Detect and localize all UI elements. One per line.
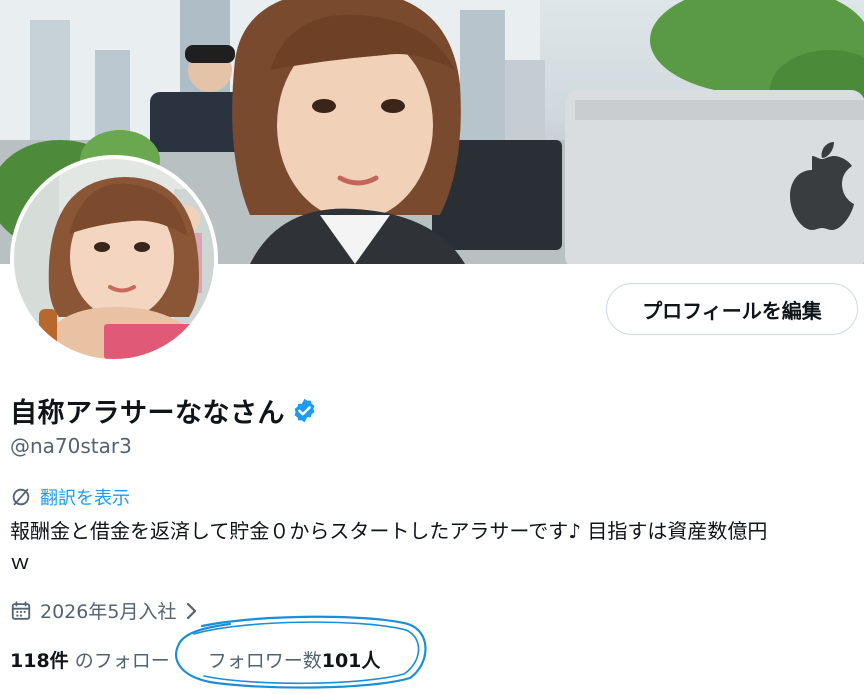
chevron-right-icon <box>187 602 197 619</box>
followers-count: 101人 <box>321 650 381 672</box>
following-label: のフォロー <box>68 650 170 672</box>
following-link[interactable]: 118件 のフォロー <box>10 646 170 673</box>
user-handle: @na70star3 <box>10 434 132 458</box>
translate-icon <box>12 488 30 506</box>
followers-link[interactable]: フォロワー数101人 <box>208 646 381 673</box>
avatar-image <box>14 159 214 359</box>
display-name-row: 自称アラサーななさん <box>10 391 318 430</box>
translate-label: 翻訳を表示 <box>40 488 130 509</box>
bio-line-2: ｗ <box>10 550 30 574</box>
calendar-icon <box>11 600 31 620</box>
verified-badge-icon[interactable] <box>291 397 318 424</box>
join-date-row[interactable]: 2026年5月入社 <box>10 597 200 624</box>
follow-stats: 118件 のフォロー フォロワー数101人 <box>10 646 380 673</box>
display-name: 自称アラサーななさん <box>10 398 285 429</box>
profile-bio: 報酬金と借金を返済して貯金０からスタートしたアラサーです♪ 目指すは資産数億円 … <box>10 516 860 578</box>
edit-profile-button[interactable]: プロフィールを編集 <box>606 283 858 335</box>
profile-avatar[interactable] <box>10 155 218 363</box>
following-count: 118件 <box>10 650 69 672</box>
translate-bio-link[interactable]: 翻訳を表示 <box>10 484 130 510</box>
join-date: 2026年5月入社 <box>40 601 177 623</box>
bio-line-1: 報酬金と借金を返済して貯金０からスタートしたアラサーです♪ 目指すは資産数億円 <box>10 519 768 543</box>
followers-label: フォロワー数 <box>207 650 322 672</box>
